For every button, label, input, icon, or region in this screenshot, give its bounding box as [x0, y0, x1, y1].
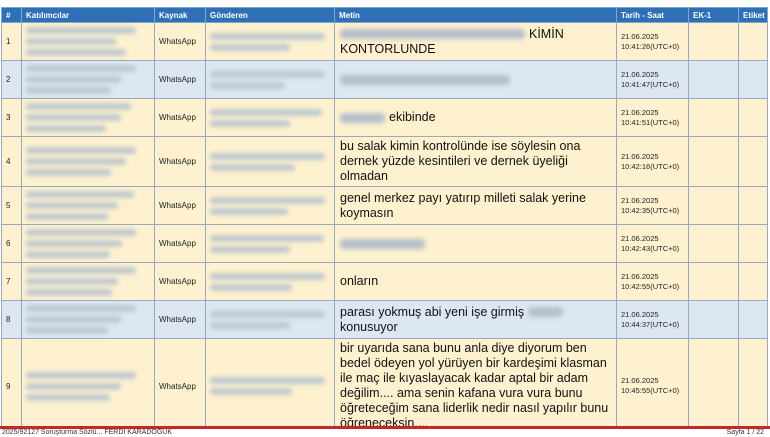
sender-redacted — [205, 186, 335, 225]
message-text: genel merkez payı yatırıp milleti salak … — [334, 186, 617, 225]
participants-redacted — [21, 60, 155, 99]
source-cell: WhatsApp — [154, 224, 206, 263]
row-number: 9 — [1, 338, 22, 434]
attachment-cell — [688, 98, 739, 137]
participants-redacted — [21, 262, 155, 301]
datetime-cell: 21.06.2025 10:42:16(UTC+0) — [616, 136, 689, 187]
sender-redacted — [205, 338, 335, 434]
row-number: 3 — [1, 98, 22, 137]
table-row: 7 WhatsApp onların 21.06.2025 10:42:55(UT… — [1, 262, 768, 301]
table-row: 5 WhatsApp genel merkez payı yatırıp mil… — [1, 186, 768, 225]
message-text: parası yokmuş abi yeni işe girmiş konusu… — [334, 300, 617, 339]
message-text: onların — [334, 262, 617, 301]
table-row: 6 WhatsApp 21.06.2025 10:42:43(UTC+0) — [1, 224, 768, 263]
tag-cell — [738, 338, 768, 434]
message-text: ekibinde — [334, 98, 617, 137]
tag-cell — [738, 186, 768, 225]
sender-redacted — [205, 136, 335, 187]
participants-redacted — [21, 224, 155, 263]
source-cell: WhatsApp — [154, 262, 206, 301]
datetime-cell: 21.06.2025 10:41:47(UTC+0) — [616, 60, 689, 99]
attachment-cell — [688, 22, 739, 61]
row-number: 2 — [1, 60, 22, 99]
col-header-attachment: EK-1 — [688, 7, 739, 23]
source-cell: WhatsApp — [154, 338, 206, 434]
source-cell: WhatsApp — [154, 60, 206, 99]
col-header-participants: Katılımcılar — [21, 7, 155, 23]
tag-cell — [738, 22, 768, 61]
attachment-cell — [688, 60, 739, 99]
source-cell: WhatsApp — [154, 186, 206, 225]
row-number: 1 — [1, 22, 22, 61]
table-row: 9 WhatsApp bir uyarıda sana bunu anla di… — [1, 338, 768, 434]
message-text: KİMİN KONTORLUNDE — [334, 22, 617, 61]
col-header-tag: Etiket — [738, 7, 768, 23]
attachment-cell — [688, 224, 739, 263]
datetime-cell: 21.06.2025 10:41:51(UTC+0) — [616, 98, 689, 137]
col-header-datetime: Tarih - Saat — [616, 7, 689, 23]
table-row: 4 WhatsApp bu salak kimin kontrolünde is… — [1, 136, 768, 187]
datetime-cell: 21.06.2025 10:42:35(UTC+0) — [616, 186, 689, 225]
attachment-cell — [688, 338, 739, 434]
table-row: 2 WhatsApp 21.06.2025 10:41:47(UTC+0) — [1, 60, 768, 99]
participants-redacted — [21, 22, 155, 61]
sender-redacted — [205, 262, 335, 301]
message-text — [334, 60, 617, 99]
message-text: bu salak kimin kontrolünde ise söylesin … — [334, 136, 617, 187]
col-header-no: # — [1, 7, 22, 23]
tag-cell — [738, 136, 768, 187]
col-header-text: Metin — [334, 7, 617, 23]
attachment-cell — [688, 262, 739, 301]
datetime-cell: 21.06.2025 10:42:55(UTC+0) — [616, 262, 689, 301]
row-number: 6 — [1, 224, 22, 263]
message-text: bir uyarıda sana bunu anla diye diyorum … — [334, 338, 617, 434]
table-row: 8 WhatsApp parası yokmuş abi yeni işe gi… — [1, 300, 768, 339]
message-text — [334, 224, 617, 263]
table-row: 3 WhatsApp ekibinde 21.06.2025 10:41:51(U… — [1, 98, 768, 137]
datetime-cell: 21.06.2025 10:44:37(UTC+0) — [616, 300, 689, 339]
participants-redacted — [21, 98, 155, 137]
attachment-cell — [688, 186, 739, 225]
sender-redacted — [205, 22, 335, 61]
datetime-cell: 21.06.2025 10:42:43(UTC+0) — [616, 224, 689, 263]
footer-page-number: Sayfa 1 / 22 — [726, 429, 764, 436]
source-cell: WhatsApp — [154, 98, 206, 137]
sender-redacted — [205, 98, 335, 137]
tag-cell — [738, 300, 768, 339]
source-cell: WhatsApp — [154, 136, 206, 187]
sender-redacted — [205, 60, 335, 99]
tag-cell — [738, 224, 768, 263]
tag-cell — [738, 98, 768, 137]
sender-redacted — [205, 224, 335, 263]
page-footer: 2025/92127 Soruşturma Sözlü... FERDİ KAR… — [0, 426, 770, 437]
message-report-table: # Katılımcılar Kaynak Gönderen Metin Tar… — [1, 7, 768, 434]
row-number: 7 — [1, 262, 22, 301]
attachment-cell — [688, 300, 739, 339]
tag-cell — [738, 262, 768, 301]
sender-redacted — [205, 300, 335, 339]
datetime-cell: 21.06.2025 10:41:26(UTC+0) — [616, 22, 689, 61]
tag-cell — [738, 60, 768, 99]
source-cell: WhatsApp — [154, 300, 206, 339]
source-cell: WhatsApp — [154, 22, 206, 61]
col-header-source: Kaynak — [154, 7, 206, 23]
attachment-cell — [688, 136, 739, 187]
footer-case-label: 2025/92127 Soruşturma Sözlü... FERDİ KAR… — [2, 429, 173, 436]
table-row: 1 WhatsApp KİMİN KONTORLUNDE 21.06.2025 1… — [1, 22, 768, 61]
datetime-cell: 21.06.2025 10:45:55(UTC+0) — [616, 338, 689, 434]
header-row: # Katılımcılar Kaynak Gönderen Metin Tar… — [1, 7, 768, 23]
participants-redacted — [21, 300, 155, 339]
row-number: 5 — [1, 186, 22, 225]
participants-redacted — [21, 338, 155, 434]
row-number: 8 — [1, 300, 22, 339]
participants-redacted — [21, 186, 155, 225]
participants-redacted — [21, 136, 155, 187]
row-number: 4 — [1, 136, 22, 187]
col-header-sender: Gönderen — [205, 7, 335, 23]
